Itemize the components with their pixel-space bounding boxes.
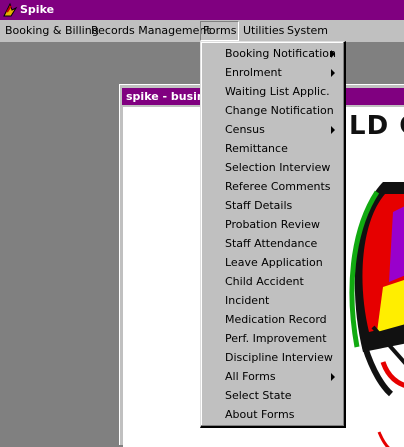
menu-bar: Booking & Billing Records Management For…: [0, 20, 404, 43]
menu-records-management[interactable]: Records Management: [89, 22, 213, 40]
menu-item-incident[interactable]: Incident: [203, 291, 341, 310]
submenu-arrow-icon: [331, 69, 335, 77]
app-title: Spike: [20, 3, 55, 16]
menu-item-perf-improvement[interactable]: Perf. Improvement: [203, 329, 341, 348]
menu-item-booking-notification[interactable]: Booking Notification: [203, 44, 341, 63]
umbrella-logo: [349, 182, 404, 447]
forms-dropdown-menu: Booking Notification Enrolment Waiting L…: [200, 41, 346, 428]
menu-item-medication-record[interactable]: Medication Record: [203, 310, 341, 329]
submenu-arrow-icon: [331, 50, 335, 58]
menu-item-child-accident[interactable]: Child Accident: [203, 272, 341, 291]
menu-item-change-notification[interactable]: Change Notification: [203, 101, 341, 120]
menu-item-select-state[interactable]: Select State: [203, 386, 341, 405]
menu-item-discipline-interview[interactable]: Discipline Interview: [203, 348, 341, 367]
menu-item-staff-details[interactable]: Staff Details: [203, 196, 341, 215]
spike-app-icon: [3, 2, 18, 17]
menu-item-enrolment[interactable]: Enrolment: [203, 63, 341, 82]
menu-booking-billing[interactable]: Booking & Billing: [3, 22, 101, 40]
menu-system[interactable]: System: [285, 22, 330, 40]
menu-forms[interactable]: Forms: [200, 21, 240, 41]
submenu-arrow-icon: [331, 373, 335, 381]
banner-text: LD CA: [349, 111, 404, 141]
menu-item-waiting-list-applic[interactable]: Waiting List Applic.: [203, 82, 341, 101]
menu-item-referee-comments[interactable]: Referee Comments: [203, 177, 341, 196]
menu-item-all-forms[interactable]: All Forms: [203, 367, 341, 386]
menu-utilities[interactable]: Utilities: [241, 22, 286, 40]
menu-item-about-forms[interactable]: About Forms: [203, 405, 341, 424]
menu-item-leave-application[interactable]: Leave Application: [203, 253, 341, 272]
app-title-bar[interactable]: Spike: [0, 0, 404, 20]
menu-item-probation-review[interactable]: Probation Review: [203, 215, 341, 234]
menu-item-remittance[interactable]: Remittance: [203, 139, 341, 158]
menu-item-selection-interview[interactable]: Selection Interview: [203, 158, 341, 177]
menu-item-census[interactable]: Census: [203, 120, 341, 139]
submenu-arrow-icon: [331, 126, 335, 134]
menu-item-staff-attendance[interactable]: Staff Attendance: [203, 234, 341, 253]
